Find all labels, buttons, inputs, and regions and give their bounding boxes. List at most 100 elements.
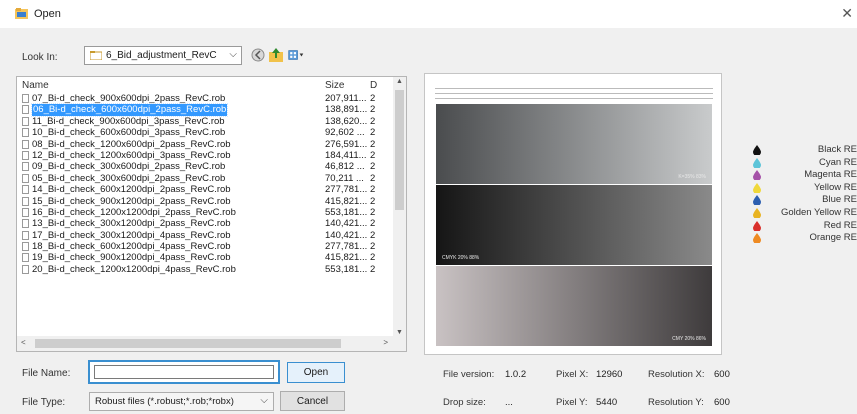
file-date-cell: 2 [370,195,376,207]
scroll-up-icon[interactable]: ▲ [396,78,403,85]
file-name-cell: 15_Bi-d_check_900x1200dpi_2pass_RevC.rob [32,195,231,207]
look-in-value: 6_Bid_adjustment_RevC [106,50,217,61]
drop-size-label: Drop size: [443,397,486,408]
ink-item: Orange RE [748,231,857,244]
file-date-cell: 2 [370,172,376,184]
vertical-scrollbar[interactable]: ▲ ▼ [393,77,406,337]
file-name-input[interactable] [94,365,274,379]
file-row[interactable]: 12_Bi-d_check_1200x600dpi_3pass_RevC.rob… [17,150,395,161]
close-icon[interactable]: ✕ [841,5,853,22]
scroll-left-icon[interactable]: < [21,338,26,347]
file-row[interactable]: 19_Bi-d_check_900x1200dpi_4pass_RevC.rob… [17,252,395,263]
column-header-name[interactable]: Name [22,80,49,91]
ink-drop-icon [753,195,761,206]
file-date-cell: 2 [370,104,376,116]
back-icon[interactable] [250,47,266,63]
scroll-right-icon[interactable]: > [383,338,388,347]
scroll-down-icon[interactable]: ▼ [396,329,403,336]
preview-band: CMYK 20% 88% [436,185,712,265]
ink-name: Cyan RE [818,156,857,168]
file-name-cell: 20_Bi-d_check_1200x1200dpi_4pass_RevC.ro… [32,263,236,275]
file-row[interactable]: 13_Bi-d_check_300x1200dpi_2pass_RevC.rob… [17,218,395,229]
file-size-cell: 46,812 ... [325,161,365,173]
file-size-cell: 415,821... [325,195,368,207]
file-version-label: File version: [443,369,495,380]
file-list[interactable]: Name Size D 07_Bi-d_check_900x600dpi_2pa… [16,76,407,352]
file-name-field[interactable] [88,360,280,384]
file-icon [22,230,29,240]
ink-name: Red RE [823,219,857,231]
file-row[interactable]: 10_Bi-d_check_600x600dpi_3pass_RevC.rob 9… [17,127,395,138]
scroll-thumb[interactable] [395,90,404,210]
file-date-cell: 2 [370,149,376,161]
ink-drop-icon [753,233,761,244]
file-version-value: 1.0.2 [505,369,527,380]
pixel-x-label: Pixel X: [556,369,589,380]
file-type-value: Robust files (*.robust;*.rob;*robx) [95,396,234,407]
file-icon [22,162,29,172]
column-header-date[interactable]: D [370,80,377,91]
file-icon [22,185,29,195]
file-icon [22,94,29,103]
file-name-cell: 14_Bi-d_check_600x1200dpi_2pass_RevC.rob [32,184,231,196]
pixel-x-value: 12960 [596,369,623,380]
resolution-y-value: 600 [714,397,730,408]
file-icon [22,128,29,138]
ink-name: Orange RE [809,232,857,244]
look-in-dropdown[interactable]: 6_Bid_adjustment_RevC ⌵ [84,46,242,65]
up-folder-icon[interactable] [268,47,284,63]
file-row[interactable]: 17_Bi-d_check_300x1200dpi_4pass_RevC.rob… [17,230,395,241]
file-size-cell: 70,211 ... [325,172,364,184]
file-row[interactable]: 08_Bi-d_check_1200x600dpi_2pass_RevC.rob… [17,139,395,150]
file-name-cell: 11_Bi-d_check_900x600dpi_3pass_RevC.rob [32,115,225,127]
preview-band-label: CMYK 20% 88% [442,255,480,261]
file-row[interactable]: 16_Bi-d_check_1200x1200dpi_2pass_RevC.ro… [17,207,395,218]
file-size-cell: 277,781... [325,241,368,253]
look-in-label: Look In: [22,52,58,63]
file-type-select[interactable]: Robust files (*.robust;*.rob;*robx) ⌵ [89,392,274,411]
file-date-cell: 2 [370,263,376,275]
file-date-cell: 2 [370,161,376,173]
title-bar: Open ✕ [0,0,857,28]
file-row[interactable]: 07_Bi-d_check_900x600dpi_2pass_RevC.rob 2… [17,93,395,104]
file-date-cell: 2 [370,127,376,139]
ink-item: Red RE [748,219,857,232]
ink-item: Yellow RE [748,181,857,194]
file-size-cell: 92,602 ... [325,127,365,139]
open-button[interactable]: Open [287,362,345,383]
file-name-cell: 09_Bi-d_check_300x600dpi_2pass_RevC.rob [32,161,226,173]
hscroll-thumb[interactable] [35,339,341,348]
file-size-cell: 553,181... [325,263,368,275]
file-row[interactable]: 11_Bi-d_check_900x600dpi_3pass_RevC.rob 1… [17,116,395,127]
file-size-cell: 277,781... [325,184,368,196]
file-size-cell: 138,620... [325,115,368,127]
file-date-cell: 2 [370,93,376,104]
horizontal-scrollbar[interactable]: < > [17,336,406,351]
file-icon [22,219,29,229]
ink-drop-icon [753,207,761,218]
file-row[interactable]: 20_Bi-d_check_1200x1200dpi_4pass_RevC.ro… [17,264,395,275]
ink-list: Black RE Cyan RE Magenta RE Yellow RE Blue R… [748,143,857,244]
file-row[interactable]: 18_Bi-d_check_600x1200dpi_4pass_RevC.rob… [17,241,395,252]
file-row[interactable]: 14_Bi-d_check_600x1200dpi_2pass_RevC.rob… [17,184,395,195]
file-icon [22,150,29,160]
resolution-y-label: Resolution Y: [648,397,704,408]
pixel-y-label: Pixel Y: [556,397,588,408]
view-menu-icon[interactable] [288,47,304,63]
file-icon [22,116,29,126]
ink-name: Magenta RE [804,169,857,181]
file-size-cell: 415,821... [325,252,368,264]
file-size-cell: 138,891... [325,104,368,116]
cancel-button[interactable]: Cancel [280,391,345,411]
preview-pane: K=35% 83% CMYK 20% 88% CMY 20% 86% [424,73,722,355]
file-row[interactable]: 05_Bi-d_check_300x600dpi_2pass_RevC.rob 7… [17,173,395,184]
file-row[interactable]: 15_Bi-d_check_900x1200dpi_2pass_RevC.rob… [17,196,395,207]
file-date-cell: 2 [370,184,376,196]
file-icon [22,253,29,263]
file-row[interactable]: 09_Bi-d_check_300x600dpi_2pass_RevC.rob 4… [17,161,395,172]
file-date-cell: 2 [370,138,376,150]
file-name-cell: 06_Bi-d_check_600x600dpi_2pass_RevC.rob [30,103,229,117]
file-row[interactable]: 06_Bi-d_check_600x600dpi_2pass_RevC.rob 1… [17,103,395,117]
file-date-cell: 2 [370,218,376,230]
column-header-size[interactable]: Size [325,80,344,91]
